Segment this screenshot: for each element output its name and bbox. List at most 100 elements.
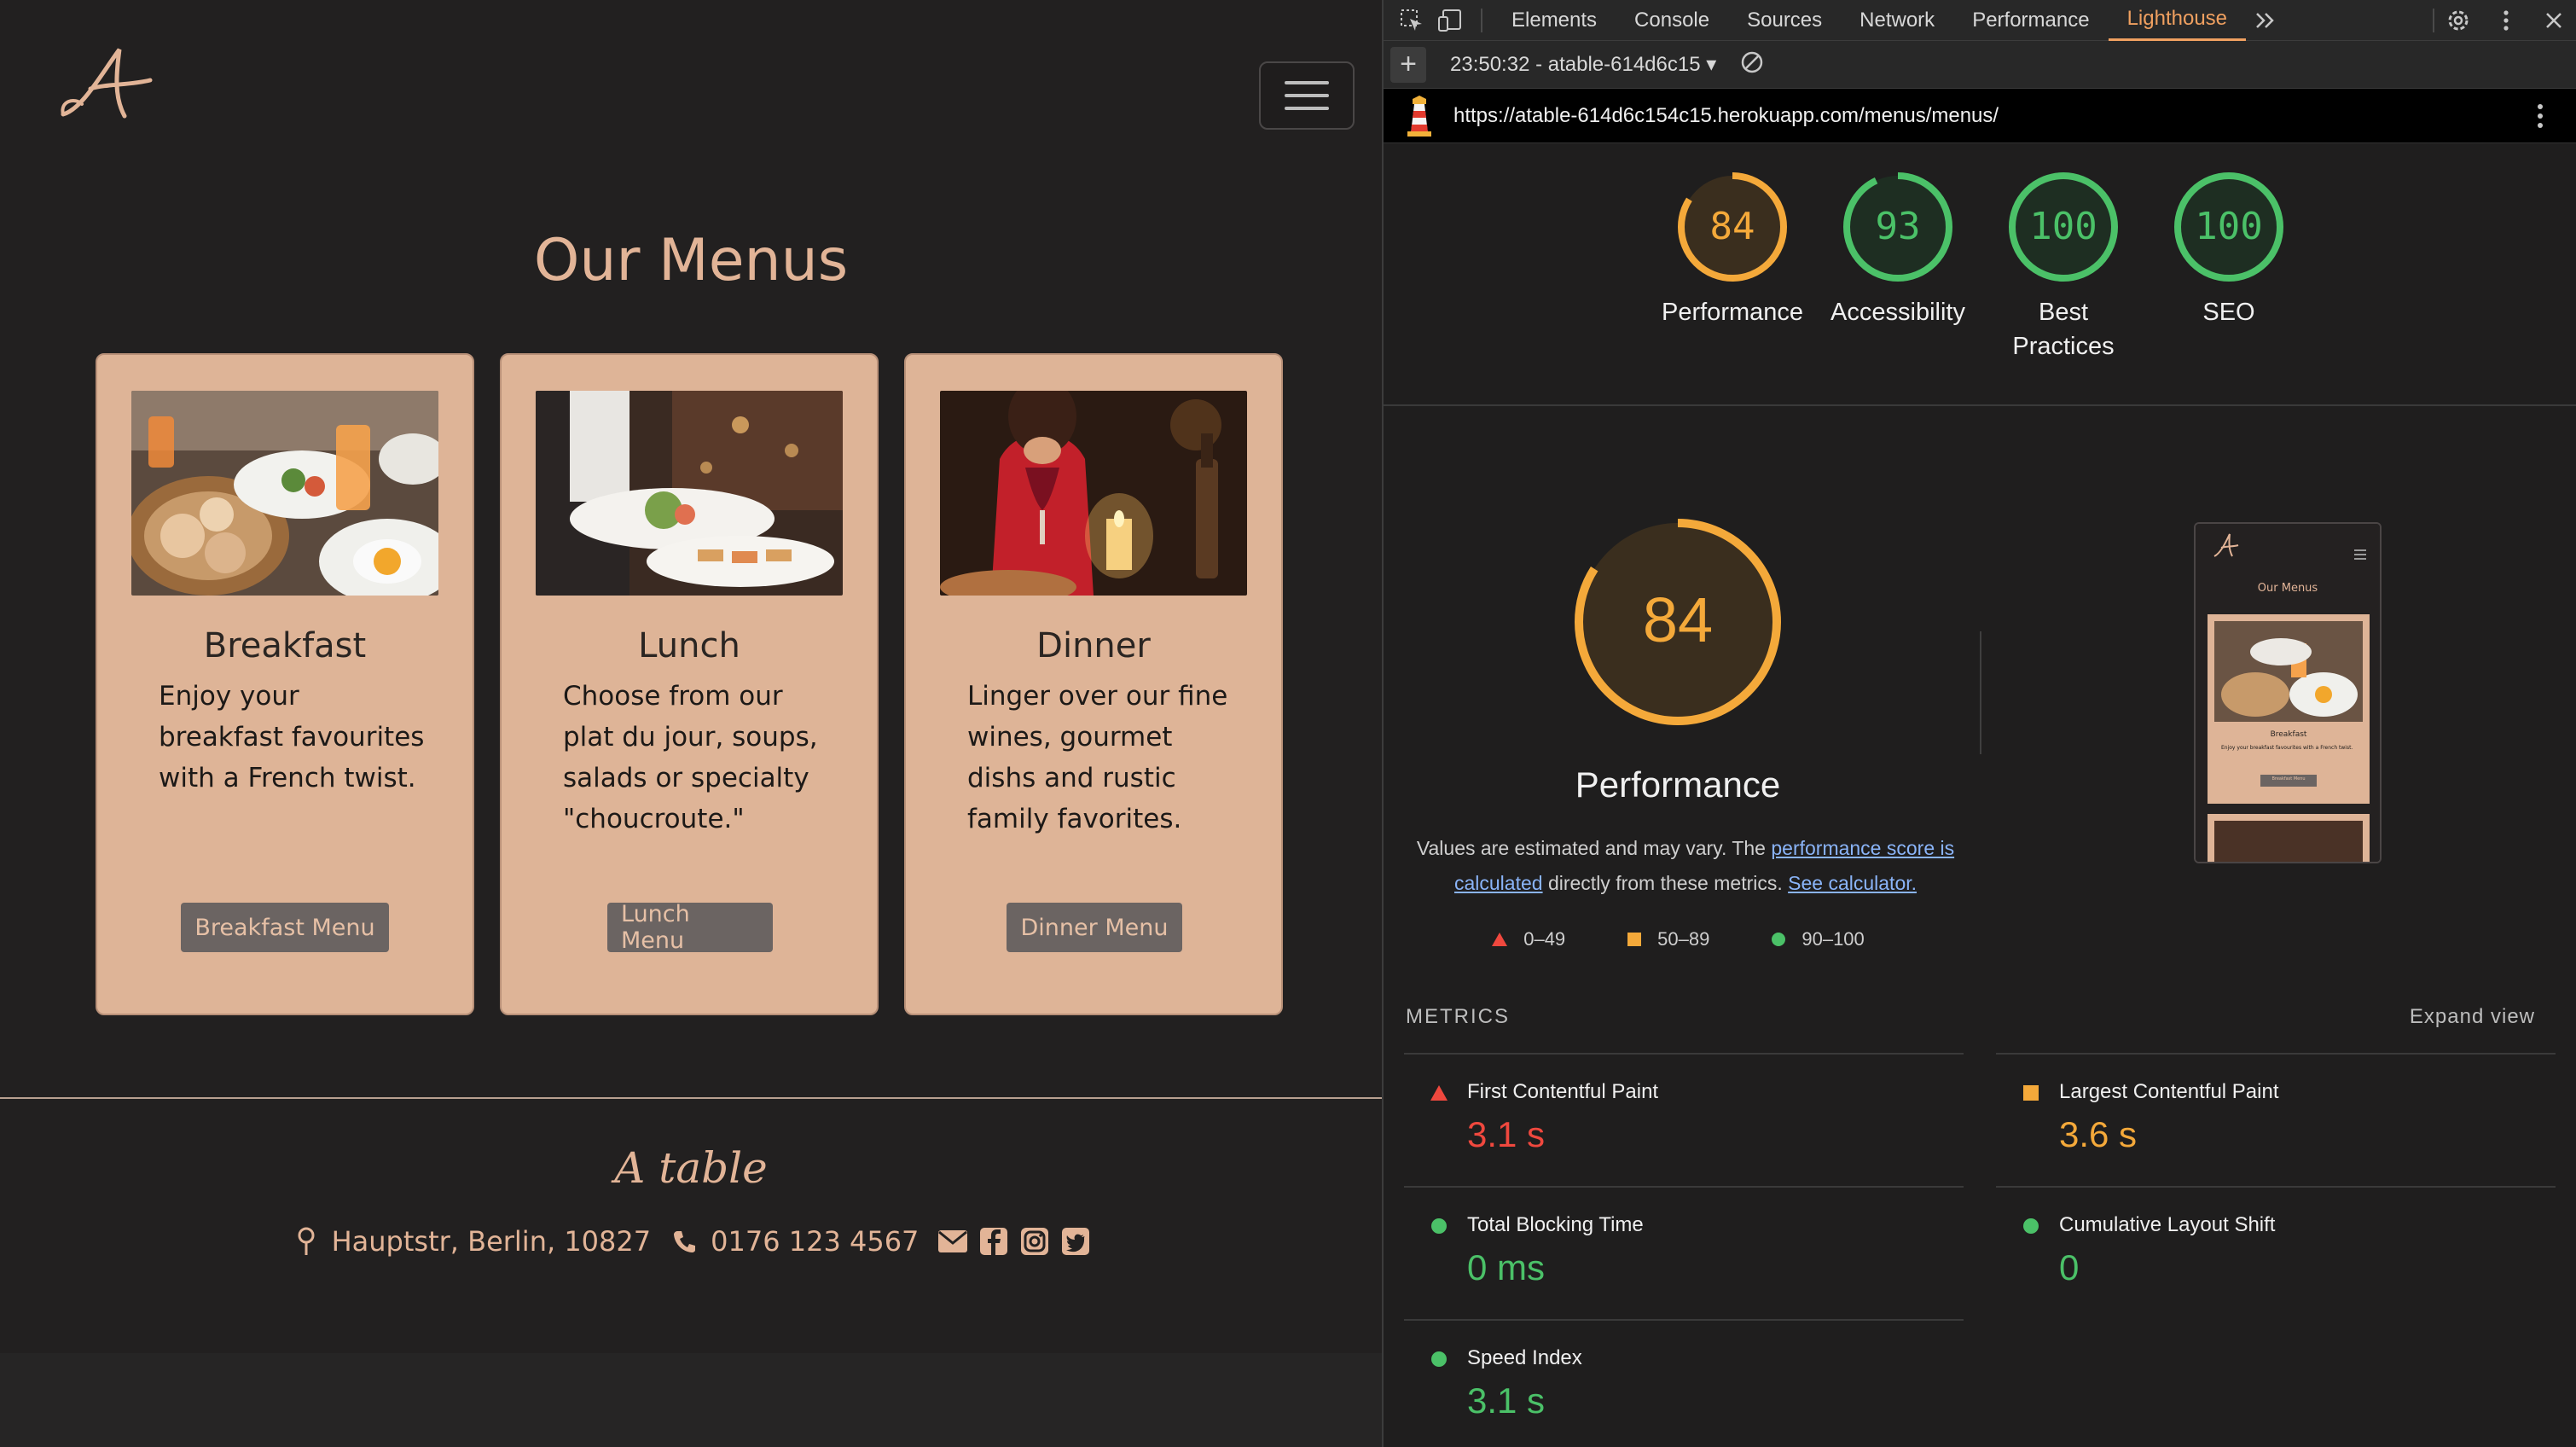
red-triangle-icon xyxy=(1430,1085,1448,1101)
tab-sources[interactable]: Sources xyxy=(1728,0,1841,41)
performance-score: 84 xyxy=(1643,584,1713,655)
gauge-score: 100 xyxy=(2195,205,2262,248)
orange-square-icon xyxy=(1627,933,1642,946)
green-circle-icon xyxy=(2023,1218,2039,1234)
hamburger-line xyxy=(1285,81,1329,84)
close-devtools-icon[interactable] xyxy=(2530,0,2576,41)
footer-bottom-area xyxy=(0,1353,1382,1447)
menu-card-dinner: Dinner Linger over our fine wines, gourm… xyxy=(904,353,1283,1015)
instagram-icon[interactable] xyxy=(1019,1226,1050,1257)
envelope-icon[interactable] xyxy=(937,1226,968,1257)
gauge-best-practices[interactable]: 100 Best Practices xyxy=(2007,171,2120,363)
section-divider xyxy=(1384,404,2576,406)
orange-square-icon xyxy=(2023,1085,2039,1101)
dinner-menu-button[interactable]: Dinner Menu xyxy=(1007,903,1182,952)
note-text: directly from these metrics. xyxy=(1542,872,1789,894)
inspect-element-icon[interactable] xyxy=(1392,0,1431,41)
green-circle-icon xyxy=(1772,933,1786,946)
thumb-button: Breakfast Menu xyxy=(2271,776,2306,782)
phone-icon xyxy=(670,1226,700,1257)
metric-name: Total Blocking Time xyxy=(1467,1213,1644,1236)
toolbar-separator xyxy=(1481,8,1482,32)
breakfast-menu-button[interactable]: Breakfast Menu xyxy=(181,903,389,952)
legend-average: 50–89 xyxy=(1627,928,1709,950)
metric-value: 3.6 s xyxy=(2059,1114,2138,1154)
tab-performance[interactable]: Performance xyxy=(1953,0,2108,41)
tab-console[interactable]: Console xyxy=(1616,0,1728,41)
more-tabs-chevron-icon[interactable] xyxy=(2246,0,2285,41)
legend-label: 0–49 xyxy=(1523,928,1566,950)
navbar-toggle-button[interactable] xyxy=(1259,61,1355,130)
legend-label: 50–89 xyxy=(1657,928,1710,950)
devtools-tab-bar: Elements Console Sources Network Perform… xyxy=(1384,0,2576,41)
card-title: Dinner xyxy=(1036,626,1151,665)
metric-name: First Contentful Paint xyxy=(1467,1080,1659,1103)
thumb-card-title: Breakfast xyxy=(2270,730,2307,739)
expand-view-toggle[interactable]: Expand view xyxy=(2410,1005,2535,1029)
clear-all-icon[interactable] xyxy=(1740,50,1764,78)
score-gauges: 84 Performance 93 Accessibility 100 Best… xyxy=(1384,171,2576,363)
twitter-icon[interactable] xyxy=(1060,1226,1091,1257)
metric-cumulative-layout-shift: Cumulative Layout Shift 0 xyxy=(1996,1186,2556,1321)
menu-card-breakfast: Breakfast Enjoy your breakfast favourite… xyxy=(96,353,474,1015)
green-circle-icon xyxy=(1431,1218,1447,1234)
see-calculator-link[interactable]: See calculator. xyxy=(1788,872,1917,894)
gauge-score: 84 xyxy=(1710,205,1755,248)
new-report-plus-icon[interactable]: + xyxy=(1390,46,1426,83)
performance-heading: Performance xyxy=(1575,764,1781,805)
devtools-right-controls xyxy=(2433,0,2576,41)
tab-lighthouse[interactable]: Lighthouse xyxy=(2108,0,2247,41)
thumb-heading: Our Menus xyxy=(2257,582,2318,595)
report-selector[interactable]: 23:50:32 - atable-614d6c15 ▾ xyxy=(1450,52,1716,77)
site-logo[interactable] xyxy=(56,41,159,126)
gauge-seo[interactable]: 100 SEO xyxy=(2173,171,2285,363)
performance-big-gauge: 84 xyxy=(1575,519,1781,725)
kebab-menu-icon[interactable] xyxy=(2482,0,2530,41)
lunch-image xyxy=(536,391,843,596)
page-title: Our Menus xyxy=(533,227,849,294)
footer-divider xyxy=(0,1097,1382,1099)
final-screenshot-thumbnail[interactable]: Our Menus Breakfast Enjoy your breakfast… xyxy=(2194,522,2382,863)
vertical-separator xyxy=(1980,631,1981,754)
performance-note: Values are estimated and may vary. The p… xyxy=(1404,831,1967,901)
device-toolbar-icon[interactable] xyxy=(1431,0,1471,41)
report-url[interactable]: https://atable-614d6c154c15.herokuapp.co… xyxy=(1453,104,1999,128)
gauge-label: Accessibility xyxy=(1830,299,1965,326)
report-menu-icon[interactable] xyxy=(2537,102,2544,130)
card-title: Breakfast xyxy=(203,626,367,665)
gauge-label: Best Practices xyxy=(2012,299,2115,360)
lunch-menu-button[interactable]: Lunch Menu xyxy=(607,901,773,954)
note-text: Values are estimated and may vary. The xyxy=(1416,837,1772,859)
metric-value: 3.1 s xyxy=(1467,1114,1546,1154)
dinner-image xyxy=(940,391,1247,596)
devtools-panel: Elements Console Sources Network Perform… xyxy=(1382,0,2576,1447)
facebook-icon[interactable] xyxy=(978,1226,1009,1257)
gauge-accessibility[interactable]: 93 Accessibility xyxy=(1830,171,1965,363)
menu-card-lunch: Lunch Choose from our plat du jour, soup… xyxy=(500,353,879,1015)
metrics-heading: METRICS xyxy=(1406,1005,1510,1028)
score-legend: 0–49 50–89 90–100 xyxy=(1384,928,1972,950)
thumb-card-text: Enjoy your breakfast favourites with a F… xyxy=(2221,745,2353,751)
footer-phone: 0176 123 4567 xyxy=(711,1225,920,1258)
map-pin-icon xyxy=(291,1226,322,1257)
gauge-score: 100 xyxy=(2029,205,2097,248)
report-url-bar: https://atable-614d6c154c15.herokuapp.co… xyxy=(1384,89,2576,143)
website-viewport: Our Menus Breakfast Enjoy your breakfast… xyxy=(0,0,1382,1447)
gauge-performance[interactable]: 84 Performance xyxy=(1662,171,1803,363)
footer-contact: Hauptstr, Berlin, 10827 0176 123 4567 xyxy=(0,1225,1382,1258)
settings-gear-icon[interactable] xyxy=(2434,0,2482,41)
metric-speed-index: Speed Index 3.1 s xyxy=(1404,1319,1964,1447)
gauge-label: SEO xyxy=(2202,299,2255,326)
tab-elements[interactable]: Elements xyxy=(1493,0,1616,41)
card-title: Lunch xyxy=(638,626,740,665)
metric-name: Cumulative Layout Shift xyxy=(2059,1213,2276,1236)
tab-network[interactable]: Network xyxy=(1841,0,1953,41)
hamburger-line xyxy=(1285,94,1329,97)
card-description: Enjoy your breakfast favourites with a F… xyxy=(159,681,425,793)
metric-first-contentful-paint: First Contentful Paint 3.1 s xyxy=(1404,1053,1964,1188)
footer-address: Hauptstr, Berlin, 10827 xyxy=(331,1225,652,1258)
metric-value: 0 ms xyxy=(1467,1247,1546,1287)
breakfast-image xyxy=(131,391,438,596)
metric-value: 0 xyxy=(2059,1247,2080,1287)
metric-value: 3.1 s xyxy=(1467,1380,1546,1421)
